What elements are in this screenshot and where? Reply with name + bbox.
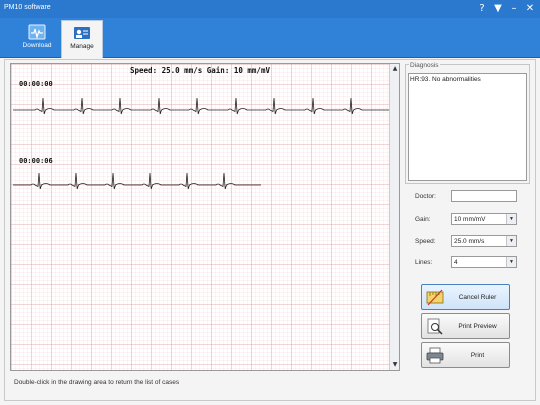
print-button[interactable]: Print bbox=[421, 342, 510, 368]
ruler-icon bbox=[426, 289, 444, 306]
chevron-down-icon: ▼ bbox=[506, 257, 516, 267]
tab-download[interactable]: Download bbox=[16, 20, 58, 58]
diagnosis-legend: Diagnosis bbox=[409, 62, 440, 69]
vertical-scrollbar[interactable]: ▲ ▼ bbox=[389, 64, 399, 370]
printer-icon bbox=[426, 347, 444, 364]
drawing-hint: Double-click in the drawing area to retu… bbox=[14, 379, 180, 386]
print-preview-icon bbox=[427, 318, 443, 335]
lines-label: Lines: bbox=[415, 259, 433, 266]
scroll-up-icon[interactable]: ▲ bbox=[390, 64, 400, 74]
tab-manage[interactable]: Manage bbox=[61, 20, 103, 58]
title-bar: PM10 software ? ▼ – ✕ bbox=[0, 0, 540, 18]
print-preview-button[interactable]: Print Preview bbox=[421, 313, 510, 339]
strip-time-1: 00:00:00 bbox=[19, 80, 53, 88]
speed-label: Speed: bbox=[415, 238, 436, 245]
lines-select[interactable]: 4 ▼ bbox=[451, 256, 517, 268]
help-icon[interactable]: ? bbox=[476, 2, 488, 15]
ribbon: Download Manage bbox=[0, 18, 540, 58]
print-label: Print bbox=[470, 352, 485, 359]
scroll-down-icon[interactable]: ▼ bbox=[390, 360, 400, 370]
close-icon[interactable]: ✕ bbox=[524, 2, 536, 15]
tab-download-label: Download bbox=[22, 42, 52, 49]
ecg-drawing-area[interactable]: Speed: 25.0 mm/s Gain: 10 mm/mV 00:00:00… bbox=[10, 63, 400, 371]
doctor-label: Doctor: bbox=[415, 193, 436, 200]
app-window: PM10 software ? ▼ – ✕ Download Manage Sp… bbox=[0, 0, 540, 405]
download-icon bbox=[28, 24, 46, 40]
minimize-icon[interactable]: – bbox=[508, 2, 520, 15]
doctor-field[interactable] bbox=[451, 190, 517, 202]
gain-label: Gain: bbox=[415, 216, 431, 223]
gain-value: 10 mm/mV bbox=[454, 216, 486, 223]
print-preview-label: Print Preview bbox=[458, 323, 497, 330]
speed-select[interactable]: 25.0 mm/s ▼ bbox=[451, 235, 517, 247]
lines-value: 4 bbox=[454, 259, 458, 266]
diagnosis-textbox[interactable] bbox=[408, 73, 527, 181]
diagnosis-text: HR:93. No abnormalities bbox=[410, 76, 481, 83]
speed-value: 25.0 mm/s bbox=[454, 238, 485, 245]
cancel-ruler-button[interactable]: Cancel Ruler bbox=[421, 284, 510, 310]
ecg-chart: Speed: 25.0 mm/s Gain: 10 mm/mV 00:00:00… bbox=[11, 64, 389, 370]
strip-time-2: 00:00:06 bbox=[19, 157, 53, 165]
chevron-down-icon: ▼ bbox=[506, 236, 516, 246]
chevron-down-icon: ▼ bbox=[506, 214, 516, 224]
manage-icon bbox=[74, 27, 90, 39]
window-title: PM10 software bbox=[4, 4, 51, 11]
cancel-ruler-label: Cancel Ruler bbox=[458, 294, 497, 301]
ecg-header: Speed: 25.0 mm/s Gain: 10 mm/mV bbox=[130, 66, 270, 75]
gain-select[interactable]: 10 mm/mV ▼ bbox=[451, 213, 517, 225]
tab-manage-label: Manage bbox=[70, 43, 94, 50]
menu-dropdown-icon[interactable]: ▼ bbox=[492, 2, 504, 15]
